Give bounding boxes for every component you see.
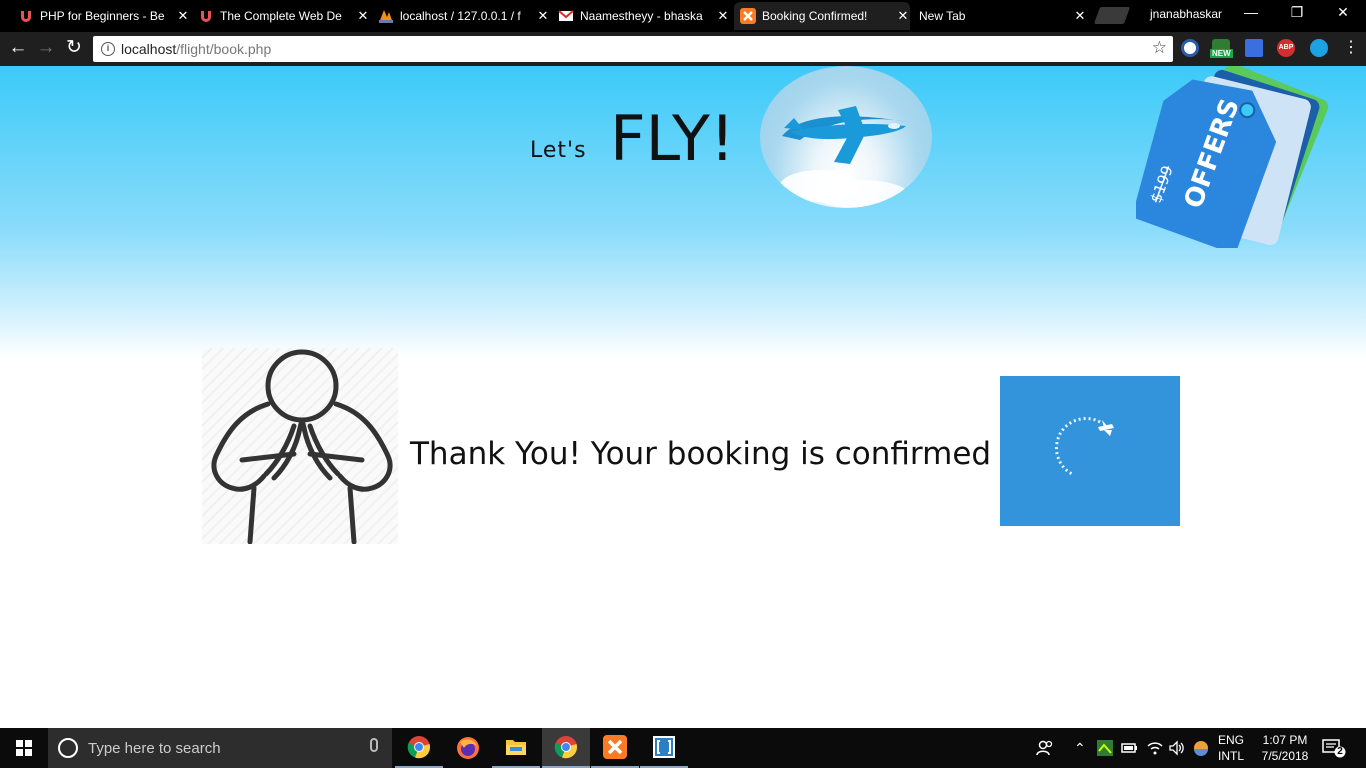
chrome-icon (407, 736, 430, 759)
forward-icon[interactable]: → (35, 38, 57, 58)
language-indicator[interactable]: ENG INTL (1214, 732, 1248, 764)
lang-layout: INTL (1217, 749, 1244, 763)
plane-spinner-icon (1054, 417, 1114, 476)
windows-taskbar: Type here to search ⌃ ENG INTL 1:07 PM 7… (0, 728, 1366, 768)
tab-title: Naamestheyy - bhaska (580, 9, 703, 23)
taskbar-chrome[interactable] (395, 728, 443, 768)
udemy-icon (21, 11, 31, 22)
clock-time: 1:07 PM (1262, 733, 1308, 747)
bracket-app-icon (653, 736, 675, 758)
extension-new-icon[interactable]: NEW (1210, 39, 1233, 58)
tab-php-beginners[interactable]: PHP for Beginners - Be ✕ (18, 2, 190, 30)
phpmyadmin-icon (379, 10, 393, 23)
taskbar-clock[interactable]: 1:07 PM 7/5/2018 (1252, 732, 1318, 764)
extension-block-icon[interactable] (1181, 39, 1199, 57)
taskbar-chrome-active[interactable] (542, 728, 590, 768)
reload-icon[interactable]: ↻ (63, 38, 85, 58)
loading-animation (1000, 376, 1180, 526)
tab-booking-confirmed[interactable]: Booking Confirmed! ✕ (734, 2, 910, 30)
extension-window-icon[interactable] (1245, 39, 1263, 57)
taskbar-firefox[interactable] (444, 728, 492, 768)
page-content: Let's FLY! OFFERS $199 Thank You! Your b… (0, 66, 1366, 728)
tab-gmail[interactable]: Naamestheyy - bhaska ✕ (558, 2, 730, 30)
close-window-icon[interactable]: ✕ (1328, 4, 1358, 21)
airplane-icon (780, 106, 908, 208)
brand-lets: Let's (530, 138, 587, 163)
wifi-icon[interactable] (1146, 728, 1164, 768)
url-host: localhost (121, 41, 177, 57)
weather-icon[interactable] (1192, 728, 1210, 768)
battery-icon[interactable] (1120, 728, 1138, 768)
chrome-menu-icon[interactable]: ⋮ (1340, 38, 1362, 58)
windows-start-icon[interactable] (0, 728, 48, 768)
chrome-icon (554, 736, 577, 759)
taskbar-file-explorer[interactable] (492, 728, 540, 768)
taskbar-app-bracket[interactable] (640, 728, 688, 768)
tab-close-icon[interactable]: ✕ (176, 8, 190, 24)
info-icon[interactable]: i (101, 42, 115, 56)
lang-code: ENG (1217, 733, 1244, 747)
tab-title: PHP for Beginners - Be (40, 9, 165, 23)
tab-close-icon[interactable]: ✕ (1073, 8, 1087, 24)
restore-icon[interactable]: ❐ (1282, 4, 1312, 21)
xampp-icon (740, 8, 756, 24)
xampp-icon (603, 735, 627, 759)
folder-icon (506, 740, 526, 755)
tab-new-tab[interactable]: New Tab ✕ (919, 2, 1087, 30)
tab-close-icon[interactable]: ✕ (536, 8, 550, 24)
airplane-logo (760, 66, 932, 208)
tab-complete-web-dev[interactable]: The Complete Web De ✕ (198, 2, 370, 30)
microphone-icon[interactable] (370, 738, 378, 752)
taskbar-search-input[interactable]: Type here to search (48, 728, 392, 768)
address-bar[interactable]: i localhost/flight/book.php ☆ (93, 36, 1173, 62)
firefox-icon (457, 737, 479, 759)
offers-tag-icon[interactable]: OFFERS $199 (1136, 66, 1346, 248)
clock-date: 7/5/2018 (1261, 749, 1309, 763)
udemy-icon (201, 11, 211, 22)
people-icon[interactable] (1036, 728, 1054, 768)
brand-fly: FLY! (610, 102, 735, 175)
tab-title: New Tab (919, 9, 966, 23)
gmail-icon (558, 10, 574, 21)
cortana-icon (58, 738, 78, 758)
action-center-icon[interactable]: 2 (1322, 738, 1346, 758)
tab-close-icon[interactable]: ✕ (896, 8, 910, 24)
tab-title: The Complete Web De (220, 9, 342, 23)
back-icon[interactable]: ← (7, 38, 29, 58)
tab-title: localhost / 127.0.0.1 / f (400, 9, 521, 23)
adblock-plus-icon[interactable]: ABP (1277, 39, 1295, 57)
browser-toolbar: ← → ↻ i localhost/flight/book.php ☆ NEW … (0, 32, 1366, 66)
tab-close-icon[interactable]: ✕ (356, 8, 370, 24)
namaste-image (202, 348, 398, 545)
notification-count: 2 (1337, 746, 1343, 757)
search-placeholder: Type here to search (88, 739, 221, 757)
extension-refresh-icon[interactable] (1310, 39, 1328, 57)
url-path: /flight/book.php (176, 41, 272, 57)
taskbar-xampp[interactable] (591, 728, 639, 768)
minimize-icon[interactable]: — (1236, 4, 1266, 20)
bookmark-star-icon[interactable]: ☆ (1152, 38, 1167, 58)
tab-phpmyadmin[interactable]: localhost / 127.0.0.1 / f ✕ (378, 2, 550, 30)
tab-title: Booking Confirmed! (762, 9, 868, 23)
volume-icon[interactable] (1168, 728, 1186, 768)
profile-name[interactable]: jnanabhaskar (1150, 7, 1222, 21)
tray-app-icon[interactable] (1096, 728, 1114, 768)
praying-hands-icon (211, 349, 393, 545)
confirmation-message: Thank You! Your booking is confirmed (410, 436, 992, 472)
browser-tab-strip: PHP for Beginners - Be ✕ The Complete We… (0, 0, 1366, 32)
tray-expand-icon[interactable]: ⌃ (1074, 728, 1086, 768)
new-badge: NEW (1210, 49, 1233, 58)
tab-close-icon[interactable]: ✕ (716, 8, 730, 24)
new-tab-button[interactable] (1093, 7, 1131, 24)
